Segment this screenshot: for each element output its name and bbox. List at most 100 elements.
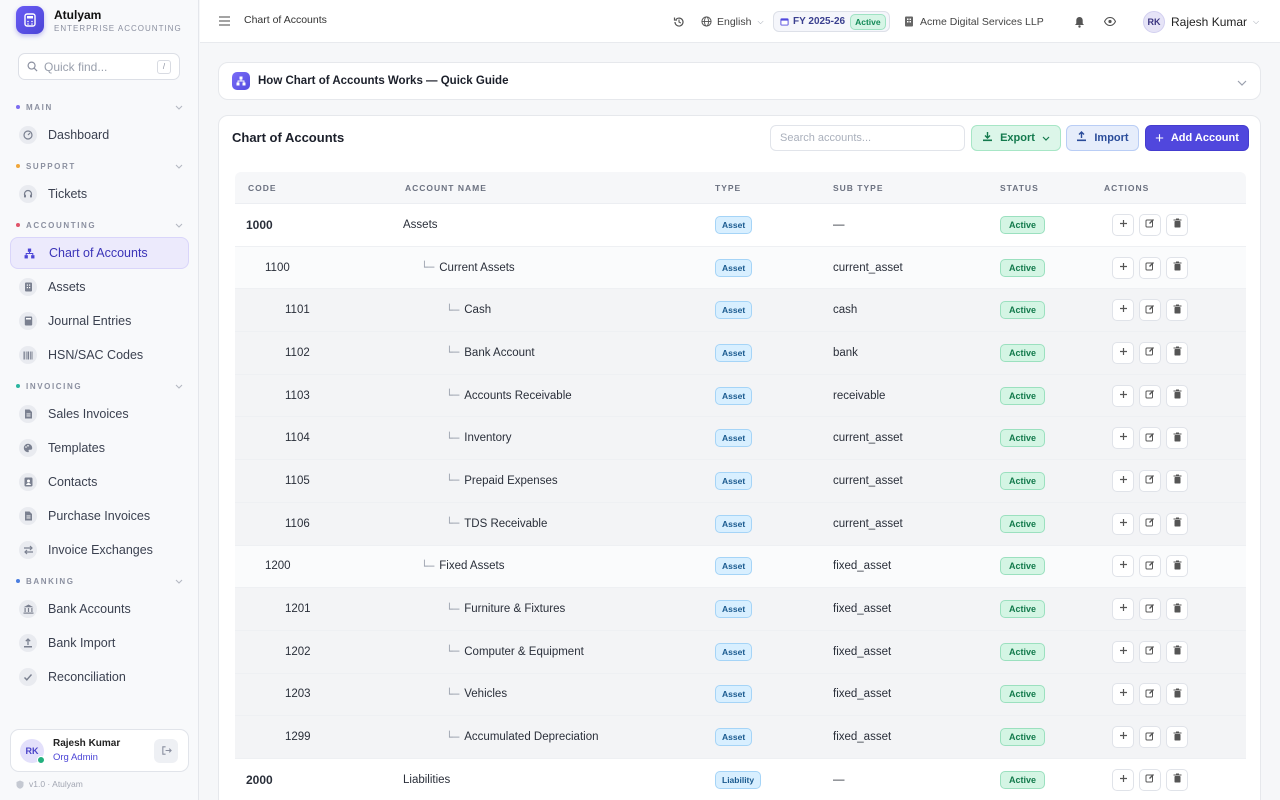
nav-section-support[interactable]: SUPPORT — [0, 155, 199, 177]
table-row[interactable]: 1299 └─ Accumulated Depreciation Asset fixed… — [235, 716, 1246, 759]
edit-button[interactable] — [1139, 640, 1161, 663]
avatar[interactable]: RK — [20, 738, 45, 764]
language-selector[interactable]: English ⌵ — [701, 0, 764, 43]
preview-toggle-button[interactable] — [1104, 0, 1116, 43]
edit-button[interactable] — [1139, 512, 1161, 535]
menu-toggle-button[interactable] — [219, 14, 230, 29]
sidebar-item-bank-accounts[interactable]: Bank Accounts — [10, 593, 189, 625]
table-row[interactable]: 1202 └─ Computer & Equipment Asset fixed_ass… — [235, 630, 1246, 674]
edit-button[interactable] — [1139, 469, 1161, 492]
delete-button[interactable] — [1166, 768, 1188, 791]
nav-section-banking[interactable]: BANKING — [0, 570, 199, 592]
edit-button[interactable] — [1139, 598, 1161, 621]
sidebar-item-templates[interactable]: Templates — [10, 432, 189, 464]
edit-button[interactable] — [1139, 299, 1161, 322]
plus-icon — [1119, 475, 1128, 487]
sidebar-item-purchase-invoices[interactable]: Purchase Invoices — [10, 500, 189, 532]
delete-button[interactable] — [1166, 512, 1188, 535]
history-button[interactable] — [673, 0, 685, 43]
nav-section-invoicing[interactable]: INVOICING — [0, 375, 199, 397]
fiscal-year-selector[interactable]: FY 2025-26 Active — [773, 11, 890, 32]
add-child-button[interactable] — [1112, 469, 1134, 492]
delete-button[interactable] — [1166, 256, 1188, 279]
edit-button[interactable] — [1139, 427, 1161, 450]
sidebar-item-contacts[interactable]: Contacts — [10, 466, 189, 498]
delete-button[interactable] — [1166, 299, 1188, 322]
sidebar-item-hsn-sac-codes[interactable]: HSN/SAC Codes — [10, 339, 189, 371]
delete-button[interactable] — [1166, 726, 1188, 749]
add-child-button[interactable] — [1112, 598, 1134, 621]
sidebar-item-journal-entries[interactable]: Journal Entries — [10, 305, 189, 337]
add-child-button[interactable] — [1112, 555, 1134, 578]
add-child-button[interactable] — [1112, 683, 1134, 706]
delete-button[interactable] — [1166, 683, 1188, 706]
add-child-button[interactable] — [1112, 384, 1134, 407]
add-child-button[interactable] — [1112, 427, 1134, 450]
delete-button[interactable] — [1166, 640, 1188, 663]
add-child-button[interactable] — [1112, 512, 1134, 535]
delete-button[interactable] — [1166, 384, 1188, 407]
delete-button[interactable] — [1166, 555, 1188, 578]
add-child-button[interactable] — [1112, 726, 1134, 749]
nav-section-main[interactable]: MAIN — [0, 96, 199, 118]
sidebar-item-invoice-exchanges[interactable]: Invoice Exchanges — [10, 534, 189, 566]
edit-button[interactable] — [1139, 384, 1161, 407]
add-child-button[interactable] — [1112, 213, 1134, 236]
sidebar-item-sales-invoices[interactable]: Sales Invoices — [10, 398, 189, 430]
company-selector[interactable]: Acme Digital Services LLP — [904, 0, 1044, 43]
table-row[interactable]: 1200 └─ Fixed Assets Asset fixed_asset Active — [235, 545, 1246, 589]
sidebar-item-assets[interactable]: Assets — [10, 271, 189, 303]
delete-button[interactable] — [1166, 469, 1188, 492]
add-child-button[interactable] — [1112, 299, 1134, 322]
export-button[interactable]: Export — [971, 125, 1061, 151]
delete-button[interactable] — [1166, 341, 1188, 364]
nav-section-accounting[interactable]: ACCOUNTING — [0, 214, 199, 236]
sidebar-item-dashboard[interactable]: Dashboard — [10, 119, 189, 151]
search-input[interactable]: Search accounts... — [770, 125, 965, 151]
delete-button[interactable] — [1166, 598, 1188, 621]
quick-guide-accordion[interactable]: How Chart of Accounts Works — Quick Guid… — [218, 62, 1261, 100]
table-row[interactable]: 1103 └─ Accounts Receivable Asset receivable… — [235, 374, 1246, 418]
edit-button[interactable] — [1139, 768, 1161, 791]
sidebar-item-bank-import[interactable]: Bank Import — [10, 627, 189, 659]
add-account-button[interactable]: + Add Account — [1145, 125, 1249, 151]
brand[interactable]: Atulyam ENTERPRISE ACCOUNTING — [16, 6, 182, 34]
table-row[interactable]: 1104 └─ Inventory Asset current_asset Active — [235, 417, 1246, 461]
sidebar-item-chart-of-accounts[interactable]: Chart of Accounts — [10, 237, 189, 269]
edit-button[interactable] — [1139, 341, 1161, 364]
column-header-code[interactable]: CODE — [235, 183, 393, 193]
table-row[interactable]: 1100 └─ Current Assets Asset current_asset Ac… — [235, 246, 1246, 290]
add-child-button[interactable] — [1112, 256, 1134, 279]
table-row[interactable]: 2000 Liabilities Liability — Active — [235, 758, 1246, 800]
table-row[interactable]: 1201 └─ Furniture & Fixtures Asset fixed_ass… — [235, 588, 1246, 631]
sidebar-item-tickets[interactable]: Tickets — [10, 178, 189, 210]
column-header-account-name[interactable]: ACCOUNT NAME — [393, 183, 715, 193]
column-header-status[interactable]: STATUS — [1000, 183, 1104, 193]
edit-button[interactable] — [1139, 683, 1161, 706]
add-child-button[interactable] — [1112, 640, 1134, 663]
table-row[interactable]: 1000 Assets Asset — Active — [235, 204, 1246, 247]
edit-button[interactable] — [1139, 256, 1161, 279]
quick-find-input[interactable]: Quick find... / — [18, 53, 180, 80]
palette-icon — [19, 439, 37, 457]
table-row[interactable]: 1203 └─ Vehicles Asset fixed_asset Active — [235, 673, 1246, 717]
notifications-button[interactable] — [1074, 0, 1085, 43]
add-child-button[interactable] — [1112, 341, 1134, 364]
delete-button[interactable] — [1166, 213, 1188, 236]
table-row[interactable]: 1101 └─ Cash Asset cash Active — [235, 289, 1246, 333]
sidebar-item-label: Invoice Exchanges — [48, 543, 153, 557]
table-row[interactable]: 1105 └─ Prepaid Expenses Asset current_asset… — [235, 460, 1246, 503]
add-child-button[interactable] — [1112, 768, 1134, 791]
import-button[interactable]: Import — [1066, 125, 1139, 151]
edit-button[interactable] — [1139, 213, 1161, 236]
table-row[interactable]: 1102 └─ Bank Account Asset bank Active — [235, 332, 1246, 375]
logout-button[interactable] — [154, 738, 178, 763]
column-header-type[interactable]: TYPE — [715, 183, 833, 193]
edit-button[interactable] — [1139, 555, 1161, 578]
column-header-sub-type[interactable]: SUB TYPE — [833, 183, 1000, 193]
edit-button[interactable] — [1139, 726, 1161, 749]
user-menu[interactable]: RK Rajesh Kumar ⌵ — [1143, 0, 1259, 43]
table-row[interactable]: 1106 └─ TDS Receivable Asset current_asset Ac… — [235, 502, 1246, 546]
sidebar-item-reconciliation[interactable]: Reconciliation — [10, 661, 189, 693]
delete-button[interactable] — [1166, 427, 1188, 450]
